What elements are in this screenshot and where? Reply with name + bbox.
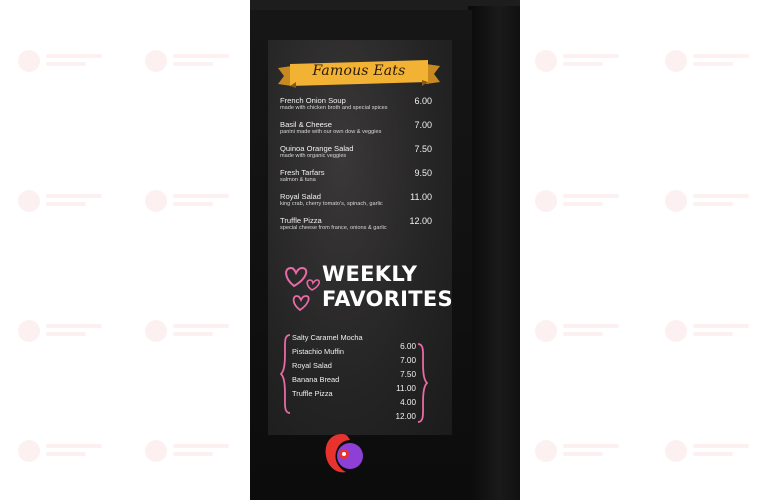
menu-item-price: 12.00: [409, 216, 432, 226]
watermark-logo: [665, 48, 753, 76]
favorite-item-price: 12.00: [395, 412, 417, 421]
menu-item-name: French Onion Soup: [280, 96, 346, 105]
favorite-item-price: 4.00: [400, 398, 416, 407]
menu-item-price: 9.50: [414, 168, 432, 178]
watermark-logo: [535, 188, 623, 216]
menu-item-desc: made with chicken broth and special spic…: [280, 105, 388, 111]
menu-item-name: Quinoa Orange Salad: [280, 144, 354, 153]
menu-item-price: 7.50: [414, 144, 432, 154]
favorite-item-name: Banana Bread: [292, 375, 340, 384]
hearts-icon: [285, 266, 321, 312]
favorite-item-price: 7.00: [400, 356, 416, 365]
menu-item: Basil & Cheese panini made with our own …: [280, 120, 444, 144]
watermark-logo: [665, 438, 753, 466]
menu-item: Royal Salad king crab, cherry tomato's, …: [280, 192, 444, 216]
menu-item-name: Truffle Pizza: [280, 216, 322, 225]
favorite-item-price: 6.00: [400, 342, 416, 351]
menu-banner: Famous Eats: [278, 58, 440, 90]
menu-item-name: Fresh Tarfars: [280, 168, 325, 177]
menu-item: Quinoa Orange Salad made with organic ve…: [280, 144, 444, 168]
menu-item-desc: king crab, cherry tomato's, spinach, gar…: [280, 201, 383, 207]
weekly-heading-line: FAVORITES: [322, 287, 452, 311]
favorite-item-name: Royal Salad: [292, 361, 332, 370]
favorite-item-price: 11.00: [396, 384, 416, 393]
menu-screen: Famous Eats French Onion Soup made with …: [268, 40, 452, 435]
favorite-item-name: Salty Caramel Mocha: [292, 333, 363, 342]
left-brace-icon: [280, 334, 291, 414]
favorite-item-name: Pistachio Muffin: [292, 347, 345, 356]
menu-item-name: Royal Salad: [280, 192, 321, 201]
favorite-item-price: 7.50: [400, 370, 416, 379]
watermark-logo: [18, 438, 106, 466]
brand-logo-icon: [325, 434, 363, 473]
menu-item-price: 7.00: [414, 120, 432, 130]
menu-item-desc: special cheese from france, onions & gar…: [280, 225, 387, 231]
watermark-logo: [18, 188, 106, 216]
right-brace-icon: [417, 343, 428, 423]
favorite-item-name: Truffle Pizza: [292, 389, 333, 398]
menu-item: Fresh Tarfars salmon & tuna 9.50: [280, 168, 444, 192]
watermark-logo: [145, 318, 233, 346]
kiosk-side-panel: [468, 6, 520, 500]
menu-item-desc: panini made with our own dow & veggies: [280, 129, 382, 135]
menu-item-name: Basil & Cheese: [280, 120, 332, 129]
weekly-favorites-heading: WEEKLY FAVORITES: [322, 262, 452, 312]
watermark-logo: [535, 48, 623, 76]
watermark-logo: [145, 188, 233, 216]
watermark-logo: [665, 188, 753, 216]
watermark-logo: [145, 438, 233, 466]
watermark-logo: [145, 48, 233, 76]
watermark-logo: [665, 318, 753, 346]
favorites-prices: 6.00 7.00 7.50 11.00 4.00 12.00: [390, 342, 417, 426]
menu-item: Truffle Pizza special cheese from france…: [280, 216, 444, 240]
weekly-heading-line: WEEKLY: [322, 262, 418, 286]
menu-item-price: 11.00: [410, 192, 432, 202]
watermark-logo: [18, 318, 106, 346]
menu-item: French Onion Soup made with chicken brot…: [280, 96, 444, 120]
menu-item-desc: salmon & tuna: [280, 177, 316, 183]
watermark-logo: [535, 318, 623, 346]
menu-list: French Onion Soup made with chicken brot…: [280, 96, 444, 240]
menu-item-price: 6.00: [414, 96, 432, 106]
watermark-logo: [18, 48, 106, 76]
watermark-logo: [535, 438, 623, 466]
menu-title: Famous Eats: [312, 63, 406, 79]
menu-item-desc: made with organic veggies: [280, 153, 347, 159]
